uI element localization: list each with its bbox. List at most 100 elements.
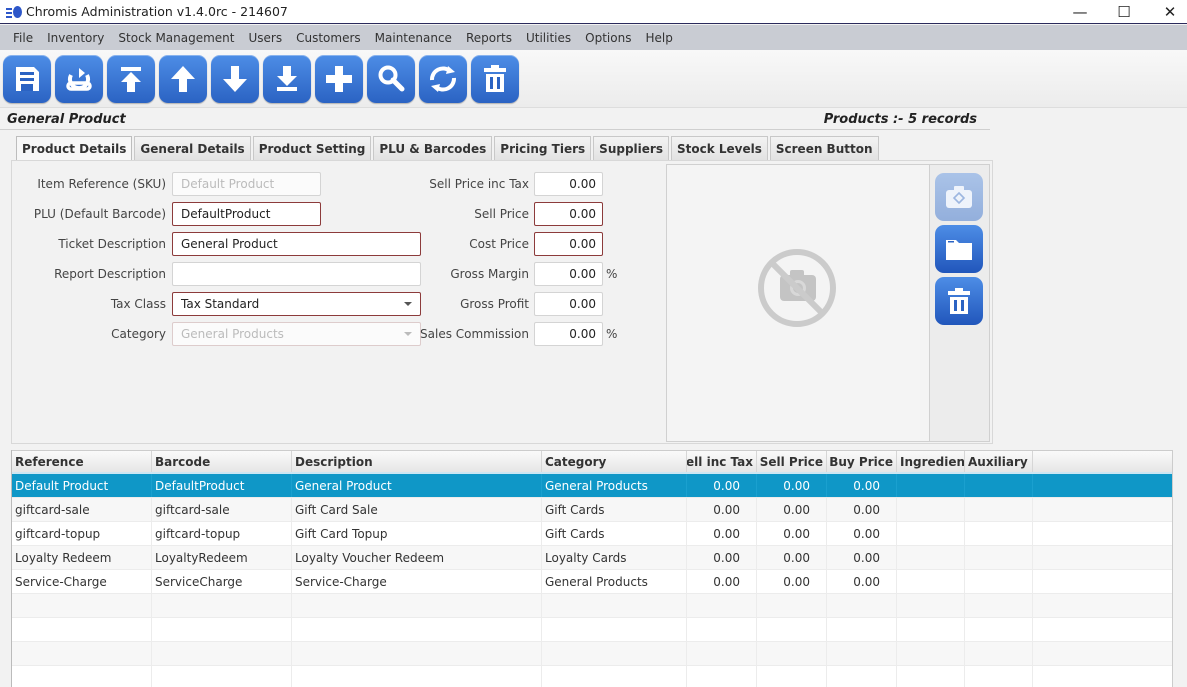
cell-ingredient [897, 474, 965, 497]
plu-label: PLU (Default Barcode) [33, 207, 166, 221]
tab-stock-levels[interactable]: Stock Levels [670, 136, 768, 160]
tab-product-details[interactable]: Product Details [16, 136, 133, 160]
table-row[interactable]: giftcard-topup giftcard-topup Gift Card To… [12, 522, 1172, 546]
empty-table-row [12, 642, 1172, 666]
cell-sell-inc-tax: 0.00 [687, 498, 757, 521]
empty-cell [757, 642, 827, 665]
empty-table-row [12, 618, 1172, 642]
search-button[interactable] [367, 54, 415, 103]
menu-file[interactable]: File [6, 31, 40, 45]
tab-pricing-tiers[interactable]: Pricing Tiers [494, 136, 592, 160]
cost-price-field[interactable]: 0.00 [534, 232, 603, 256]
reload-button[interactable] [55, 54, 103, 103]
close-button[interactable]: ✕ [1147, 0, 1187, 24]
tab-plu-barcodes[interactable]: PLU & Barcodes [373, 136, 493, 160]
tab-product-setting[interactable]: Product Setting [252, 136, 372, 160]
new-record-button[interactable] [315, 54, 363, 103]
column-auxiliary[interactable]: Auxiliary [965, 451, 1033, 472]
menu-utilities[interactable]: Utilities [519, 31, 578, 45]
menu-users[interactable]: Users [242, 31, 290, 45]
table-row[interactable]: giftcard-sale giftcard-sale Gift Card Sale… [12, 498, 1172, 522]
header-divider [0, 129, 990, 130]
save-button[interactable] [3, 54, 51, 103]
category-select[interactable]: General Products [172, 322, 421, 346]
tab-general-details[interactable]: General Details [134, 136, 251, 160]
last-record-button[interactable] [263, 54, 311, 103]
refresh-icon [430, 65, 456, 92]
empty-cell [292, 666, 542, 687]
empty-cell [1033, 642, 1172, 665]
cell-auxiliary [965, 498, 1033, 521]
tab-bar: Product Details General Details Product … [16, 136, 881, 160]
table-row[interactable]: Service-Charge ServiceCharge Service-Charg… [12, 570, 1172, 594]
menu-inventory[interactable]: Inventory [40, 31, 111, 45]
table-row[interactable]: Loyalty Redeem LoyaltyRedeem Loyalty Vouch… [12, 546, 1172, 570]
column-description[interactable]: Description [292, 451, 542, 472]
maximize-button[interactable]: ☐ [1101, 0, 1147, 24]
column-ingredient[interactable]: Ingredient [897, 451, 965, 472]
report-description-field[interactable] [172, 262, 421, 286]
menu-maintenance[interactable]: Maintenance [368, 31, 459, 45]
column-sell-price[interactable]: Sell Price [757, 451, 827, 472]
column-category[interactable]: Category [542, 451, 687, 472]
open-image-button[interactable] [935, 225, 983, 273]
sku-label: Item Reference (SKU) [37, 177, 166, 191]
gross-profit-field[interactable]: 0.00 [534, 292, 603, 316]
category-value: General Products [181, 327, 284, 341]
cell-buy-price: 0.00 [827, 522, 897, 545]
remove-image-button[interactable] [935, 277, 983, 325]
empty-cell [292, 642, 542, 665]
cell-filler [1033, 474, 1172, 497]
menu-customers[interactable]: Customers [289, 31, 368, 45]
tab-suppliers[interactable]: Suppliers [593, 136, 669, 160]
cell-sell-price: 0.00 [757, 522, 827, 545]
arrow-down-icon [223, 65, 247, 92]
empty-table-row [12, 666, 1172, 687]
menu-reports[interactable]: Reports [459, 31, 519, 45]
cell-category: Gift Cards [542, 522, 687, 545]
empty-cell [827, 666, 897, 687]
sell-price-field[interactable]: 0.00 [534, 202, 603, 226]
column-reference[interactable]: Reference [12, 451, 152, 472]
sku-field[interactable]: Default Product [172, 172, 321, 196]
tax-class-select[interactable]: Tax Standard [172, 292, 421, 316]
column-buy-price[interactable]: Buy Price [827, 451, 897, 472]
empty-cell [965, 666, 1033, 687]
menu-stock-management[interactable]: Stock Management [111, 31, 241, 45]
column-sell-inc-tax[interactable]: Sell inc Tax [687, 451, 757, 472]
empty-cell [687, 666, 757, 687]
tab-screen-button[interactable]: Screen Button [769, 136, 879, 160]
sales-commission-field[interactable]: 0.00 [534, 322, 603, 346]
cell-category: Loyalty Cards [542, 546, 687, 569]
sell-price-inc-tax-field[interactable]: 0.00 [534, 172, 603, 196]
empty-cell [292, 594, 542, 617]
column-barcode[interactable]: Barcode [152, 451, 292, 472]
chevron-down-icon [404, 332, 412, 336]
record-count: Products :- 5 records [823, 112, 977, 127]
empty-cell [12, 666, 152, 687]
delete-button[interactable] [471, 54, 519, 103]
next-record-button[interactable] [211, 54, 259, 103]
cell-sell-price: 0.00 [757, 474, 827, 497]
menu-help[interactable]: Help [638, 31, 679, 45]
empty-cell [542, 594, 687, 617]
menu-options[interactable]: Options [578, 31, 638, 45]
table-row[interactable]: Default Product DefaultProduct General Pro… [12, 474, 1172, 498]
cell-reference: giftcard-sale [12, 498, 152, 521]
refresh-button[interactable] [419, 54, 467, 103]
plu-field[interactable]: DefaultProduct [172, 202, 321, 226]
ticket-description-field[interactable]: General Product [172, 232, 421, 256]
cell-description: Gift Card Topup [292, 522, 542, 545]
empty-cell [897, 666, 965, 687]
cell-barcode: giftcard-sale [152, 498, 292, 521]
first-record-button[interactable] [107, 54, 155, 103]
previous-record-button[interactable] [159, 54, 207, 103]
tax-class-value: Tax Standard [181, 297, 260, 311]
camera-button[interactable] [935, 173, 983, 221]
minimize-button[interactable]: — [1057, 0, 1103, 24]
cell-barcode: ServiceCharge [152, 570, 292, 593]
empty-cell [827, 642, 897, 665]
table-body: Default Product DefaultProduct General Pro… [12, 474, 1172, 687]
cell-sell-inc-tax: 0.00 [687, 474, 757, 497]
gross-margin-field[interactable]: 0.00 [534, 262, 603, 286]
